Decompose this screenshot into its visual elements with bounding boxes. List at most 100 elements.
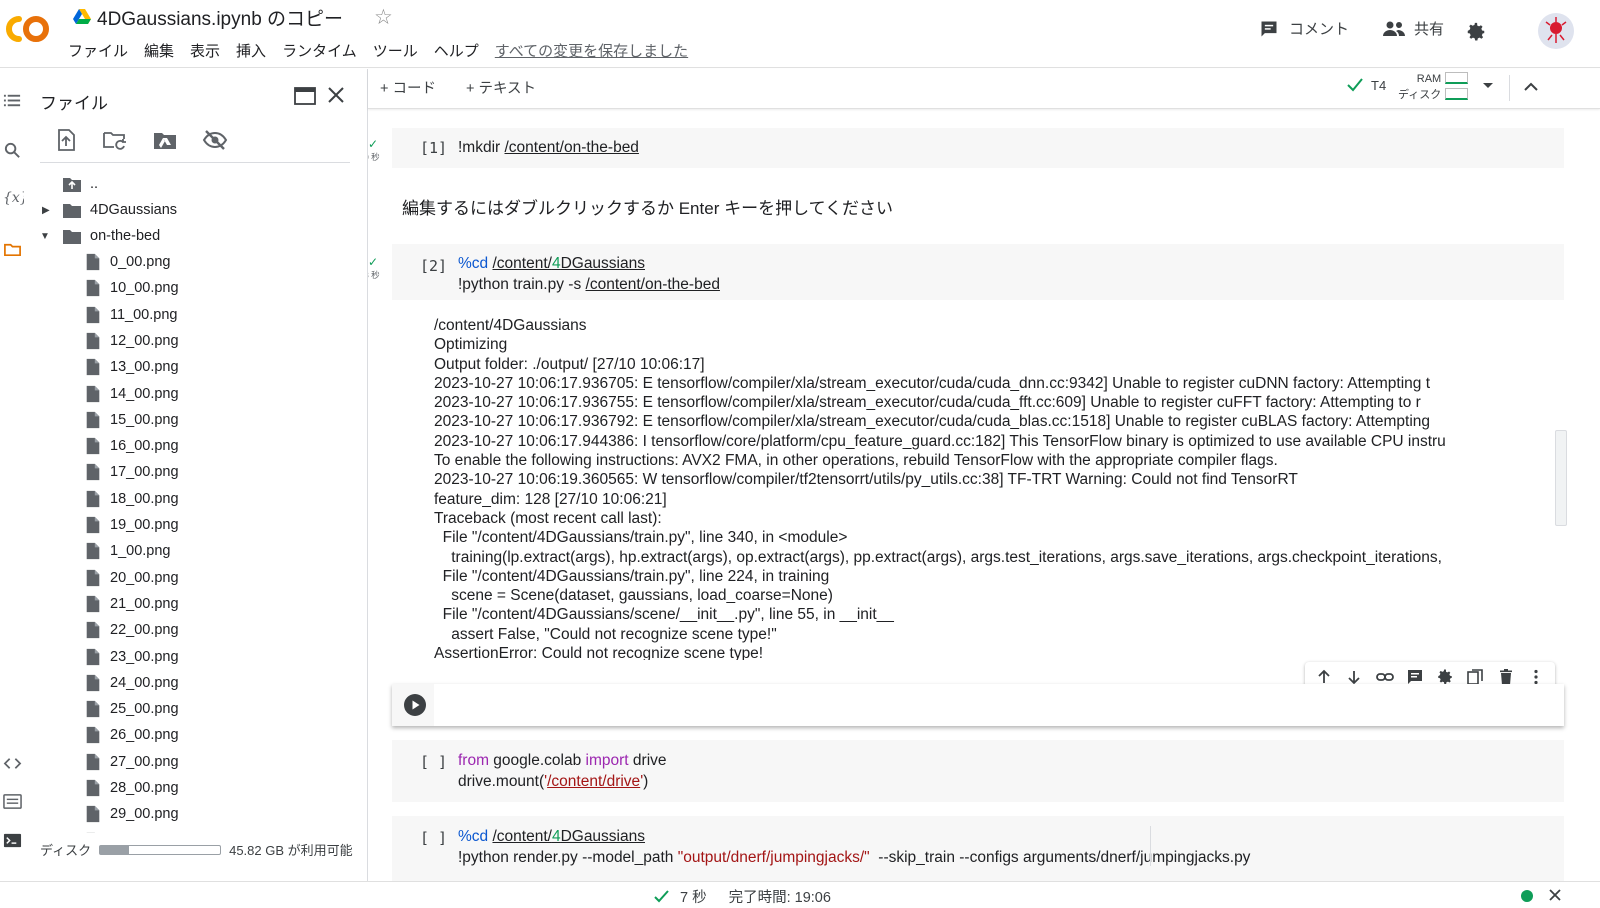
- runtime-status[interactable]: T4: [1346, 77, 1386, 93]
- saved-status[interactable]: すべての変更を保存しました: [495, 40, 688, 61]
- close-panel-icon[interactable]: [326, 85, 346, 105]
- close-status-icon[interactable]: [1548, 888, 1562, 902]
- code-snippets-icon[interactable]: [3, 754, 22, 773]
- path-link[interactable]: /content/4DGaussians: [492, 828, 645, 845]
- text-cell-placeholder[interactable]: 編集するにはダブルクリックするか Enter キーを押してください: [402, 194, 893, 219]
- check-icon: [1347, 78, 1363, 92]
- tree-item-file[interactable]: 10_00.png: [84, 275, 179, 301]
- user-avatar[interactable]: [1538, 13, 1574, 49]
- path-link[interactable]: /content/4DGaussians: [492, 255, 645, 272]
- path-link[interactable]: /content/on-the-bed: [586, 276, 720, 293]
- tree-item-file[interactable]: 29_00.png: [84, 801, 179, 827]
- file-icon: [86, 674, 100, 691]
- tree-item-file[interactable]: 25_00.png: [84, 696, 179, 722]
- search-icon[interactable]: [3, 141, 22, 160]
- tree-item-file[interactable]: 27_00.png: [84, 749, 179, 775]
- collapse-header-icon[interactable]: [1523, 79, 1539, 95]
- menu-file[interactable]: ファイル: [68, 40, 128, 61]
- settings-icon[interactable]: [1465, 21, 1487, 43]
- colab-logo[interactable]: [4, 13, 52, 45]
- code-token: "output/dnerf/jumpingjacks/": [677, 849, 870, 866]
- notebook-toolbar: + コード + テキスト T4 RAM ディスク: [368, 69, 1600, 109]
- menu-insert[interactable]: 挿入: [236, 40, 266, 61]
- code-editor[interactable]: [434, 684, 1564, 726]
- tree-item-file[interactable]: 28_00.png: [84, 775, 179, 801]
- path-link[interactable]: /content/on-the-bed: [505, 139, 639, 156]
- terminal-icon[interactable]: [3, 831, 22, 850]
- code-token: --skip_train --configs arguments/dnerf/j…: [869, 849, 1251, 866]
- tree-item-file[interactable]: 1_00.png: [84, 538, 170, 564]
- add-code-button[interactable]: + コード: [380, 77, 436, 98]
- tree-item-file[interactable]: 26_00.png: [84, 722, 179, 748]
- tree-item-label: 19_00.png: [110, 517, 179, 533]
- code-block[interactable]: from google.colab import drive drive.mou…: [458, 750, 667, 792]
- output-line: training(lp.extract(args), hp.extract(ar…: [434, 548, 1442, 566]
- tree-item-file[interactable]: 14_00.png: [84, 381, 179, 407]
- code-line[interactable]: !mkdir /content/on-the-bed: [458, 137, 639, 158]
- code-cell-drive-mount[interactable]: [ ] from google.colab import drive drive…: [392, 740, 1564, 802]
- exec-count[interactable]: [ ]: [420, 829, 447, 847]
- folder-icon[interactable]: [3, 240, 22, 259]
- share-button[interactable]: 共有: [1382, 18, 1444, 39]
- tree-item-file[interactable]: 20_00.png: [84, 565, 179, 591]
- resources-dropdown-icon[interactable]: [1483, 83, 1493, 88]
- comment-button[interactable]: コメント: [1259, 18, 1349, 39]
- tree-item-file[interactable]: 15_00.png: [84, 407, 179, 433]
- tree-item-file[interactable]: 22_00.png: [84, 617, 179, 643]
- menu-help[interactable]: ヘルプ: [434, 40, 479, 61]
- menu-tools[interactable]: ツール: [373, 40, 418, 61]
- run-cell-button[interactable]: [404, 694, 426, 716]
- upload-icon[interactable]: [54, 128, 78, 152]
- exec-count[interactable]: [ ]: [420, 753, 447, 771]
- menu-edit[interactable]: 編集: [144, 40, 174, 61]
- tree-item-file[interactable]: 24_00.png: [84, 670, 179, 696]
- tree-item-file[interactable]: 18_00.png: [84, 486, 179, 512]
- tree-item-file[interactable]: 16_00.png: [84, 433, 179, 459]
- refresh-folder-icon[interactable]: [102, 128, 126, 152]
- exec-count[interactable]: [2]: [420, 257, 447, 275]
- command-palette-icon[interactable]: [3, 792, 22, 811]
- code-cell-mkdir[interactable]: [1] !mkdir /content/on-the-bed: [392, 128, 1564, 168]
- tree-item-file[interactable]: 12_00.png: [84, 328, 179, 354]
- connection-status-dot[interactable]: [1521, 890, 1533, 902]
- code-token: !python train.py -s: [458, 276, 586, 293]
- code-cell-train[interactable]: [2] %cd /content/4DGaussians !python tra…: [392, 244, 1564, 300]
- code-block[interactable]: %cd /content/4DGaussians !python train.p…: [458, 253, 720, 295]
- tree-item-file-partial[interactable]: [84, 828, 110, 833]
- tree-item-file[interactable]: 19_00.png: [84, 512, 179, 538]
- tree-item-on-the-bed[interactable]: ▼ on-the-bed: [40, 223, 160, 249]
- expand-arrow-icon[interactable]: ▶: [42, 205, 50, 216]
- output-line: 2023-10-27 10:06:19.360565: W tensorflow…: [434, 471, 1298, 489]
- tree-item-file[interactable]: 11_00.png: [84, 302, 177, 328]
- notebook-title[interactable]: 4DGaussians.ipynb のコピー: [97, 4, 343, 31]
- code-cell-render[interactable]: [ ] %cd /content/4DGaussians !python ren…: [392, 816, 1564, 881]
- menu-runtime[interactable]: ランタイム: [282, 40, 357, 61]
- hide-files-icon[interactable]: [202, 128, 228, 152]
- menu-view[interactable]: 表示: [190, 40, 220, 61]
- open-in-tab-icon[interactable]: [294, 86, 316, 106]
- code-block[interactable]: %cd /content/4DGaussians !python render.…: [458, 826, 1250, 868]
- exec-count[interactable]: [1]: [420, 139, 447, 157]
- code-cell-empty-focused[interactable]: [392, 684, 1564, 726]
- google-drive-icon[interactable]: [73, 9, 91, 25]
- star-icon[interactable]: ☆: [374, 5, 393, 30]
- tree-item-file[interactable]: 23_00.png: [84, 644, 179, 670]
- ram-meter[interactable]: [1445, 72, 1468, 84]
- tree-item-file[interactable]: 21_00.png: [84, 591, 179, 617]
- output-scrollbar[interactable]: [1555, 430, 1567, 526]
- variables-icon[interactable]: {x}: [3, 190, 29, 209]
- tree-item-file[interactable]: 0_00.png: [84, 249, 170, 275]
- tree-item-file[interactable]: 13_00.png: [84, 354, 179, 380]
- collapse-arrow-icon[interactable]: ▼: [40, 231, 50, 242]
- tree-item-4dgaussians[interactable]: ▶ 4DGaussians: [42, 197, 177, 223]
- tree-item-file[interactable]: 17_00.png: [84, 459, 179, 485]
- tree-item-parent[interactable]: ..: [62, 171, 98, 197]
- code-token: drive: [628, 752, 667, 769]
- mount-drive-icon[interactable]: [152, 128, 176, 152]
- add-text-button[interactable]: + テキスト: [466, 77, 536, 98]
- execution-status[interactable]: 7 秒 完了時間: 19:06: [654, 886, 831, 907]
- disk-meter[interactable]: [1445, 88, 1468, 100]
- path-link[interactable]: /content/drive: [547, 773, 640, 790]
- toc-icon[interactable]: [3, 91, 22, 110]
- divider: [1509, 75, 1510, 101]
